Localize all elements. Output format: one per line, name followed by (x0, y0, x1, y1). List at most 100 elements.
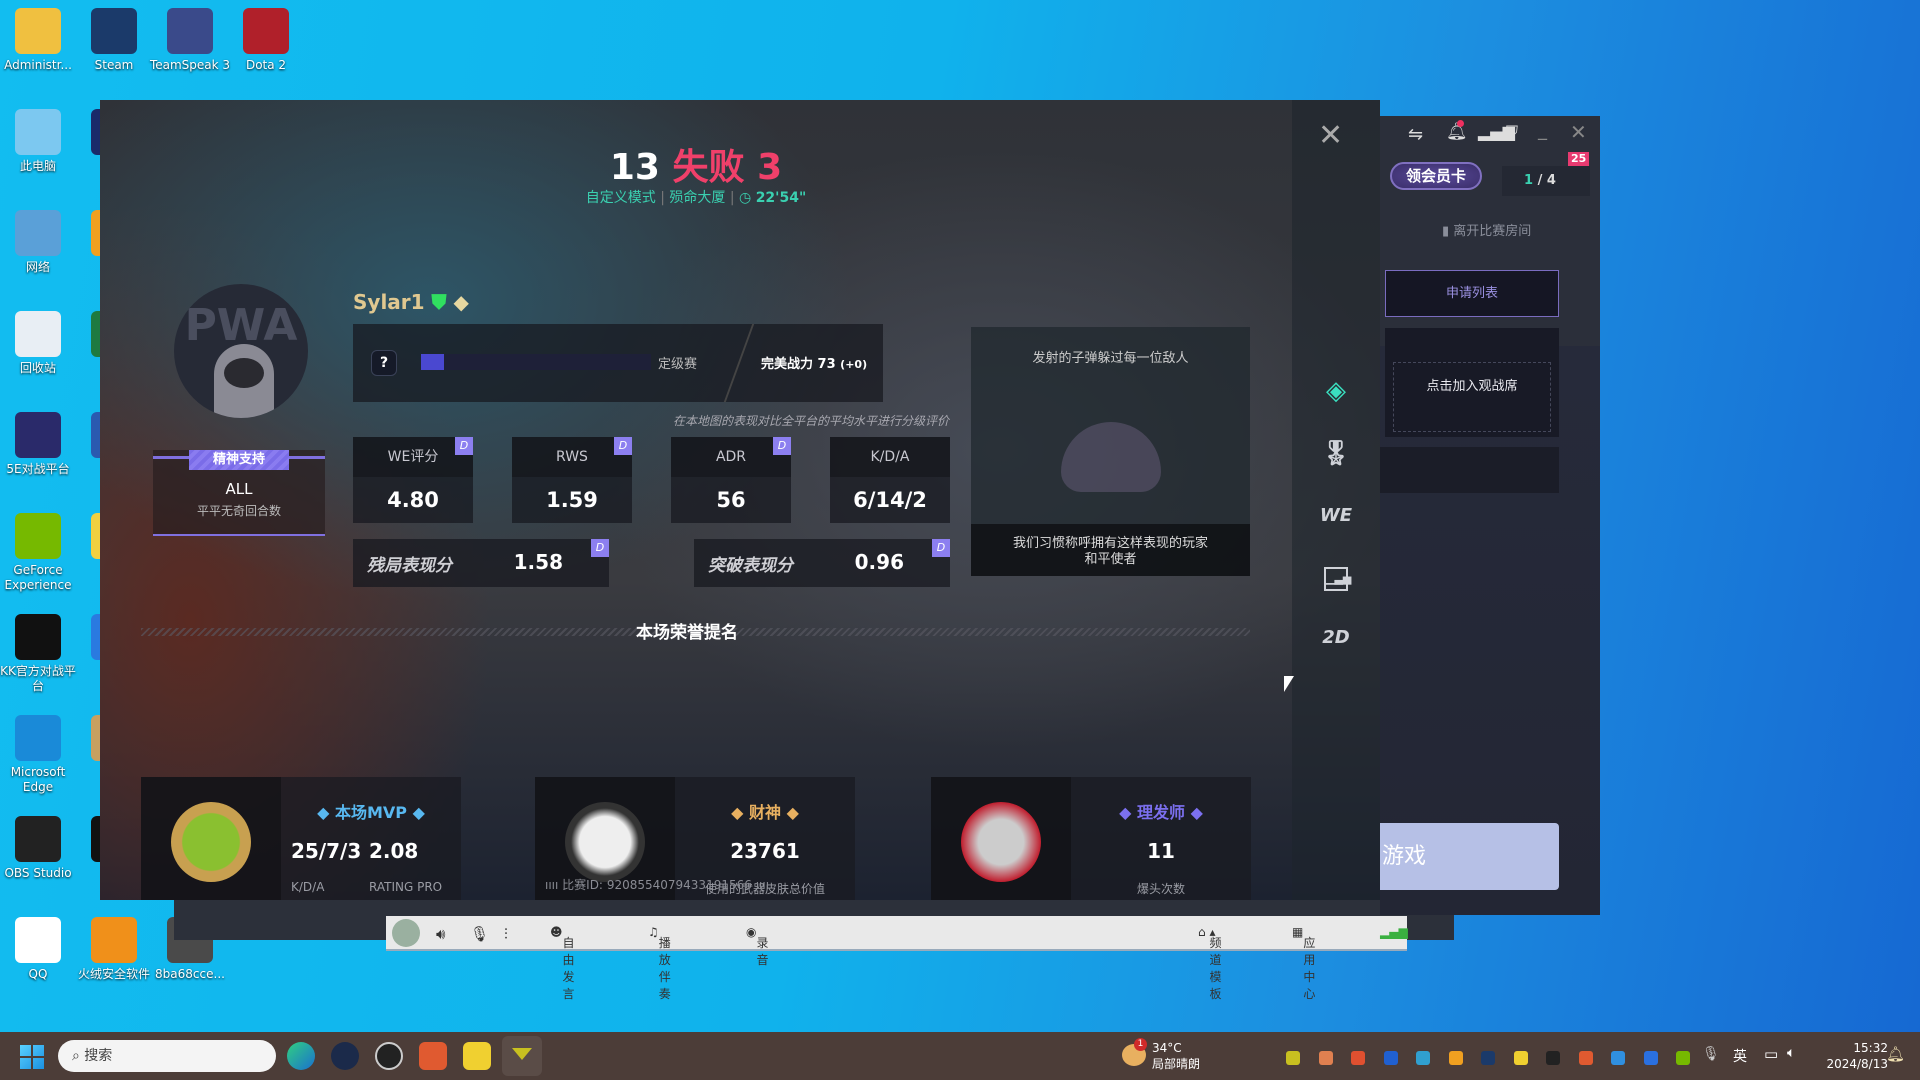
swap-icon[interactable]: ⇋ (1408, 124, 1423, 145)
desktop-icon[interactable]: Microsoft Edge (0, 715, 80, 795)
start-button[interactable] (20, 1045, 44, 1069)
tray-icon[interactable] (1643, 1051, 1658, 1065)
party-counter[interactable]: 25 1 / 4 (1502, 152, 1590, 196)
slot-band (1380, 447, 1559, 493)
tray-icon[interactable] (1513, 1051, 1528, 1065)
spectate-slot[interactable]: 点击加入观战席 (1385, 328, 1559, 437)
desktop-icon[interactable]: TeamSpeak 3 (148, 8, 232, 73)
desktop-icon-image (91, 917, 137, 963)
weather-widget[interactable]: 1 34°C 局部晴朗 (1122, 1038, 1201, 1072)
match-info: 自定义模式 | 殒命大厦 | ◷ 22'54" (585, 190, 807, 206)
desktop-icon[interactable]: OBS Studio (0, 816, 80, 881)
we-tab[interactable]: WE (1318, 498, 1354, 534)
tray-icon[interactable] (1611, 1051, 1625, 1065)
award-icon[interactable]: 🎖︎ (1318, 435, 1354, 471)
layers-icon[interactable]: ◈ (1318, 373, 1354, 409)
desktop-icon[interactable]: 此电脑 (0, 109, 80, 174)
tray-icon[interactable] (1481, 1051, 1495, 1065)
stat-label: K/D/A (830, 437, 950, 477)
edge-taskbar-icon[interactable] (287, 1042, 315, 1070)
desktop-icon[interactable]: 回收站 (0, 311, 80, 376)
channel-template-button[interactable]: ⌂ 频道模板 ▴ (1198, 925, 1221, 1001)
mouse-cursor (1284, 676, 1294, 692)
speaker-icon[interactable]: 🔊︎ (436, 925, 445, 943)
match-id[interactable]: ıııı 比赛ID: 9208554079433191566 ıııı (545, 876, 769, 893)
desktop-icon[interactable]: Administr... (0, 8, 80, 73)
desktop-icon-label: OBS Studio (4, 866, 72, 880)
tray-icon[interactable] (1676, 1051, 1690, 1065)
honor-player-name: 月夜枫vvf (535, 899, 675, 900)
honor-value-label: 爆头次数 (1136, 882, 1185, 896)
honor-card[interactable]: AA龙弟弟 ◆ 理发师 ◆ 11 爆头次数 (931, 777, 1251, 900)
shield-icon[interactable]: ⛨ (1506, 122, 1518, 142)
desktop-icon[interactable]: Dota 2 (224, 8, 308, 73)
tray-icon[interactable] (1318, 1051, 1333, 1065)
close-icon[interactable]: ✕ (1318, 118, 1343, 153)
stat-card: K/D/A 6/14/2 (830, 437, 950, 523)
desktop-icon-label: KK官方对战平台 (0, 664, 76, 693)
search-box[interactable]: ⌕ 搜索 (58, 1040, 276, 1072)
taskbar: ⌕ 搜索 1 34°C 局部晴朗 🎙︎ 英 ▭ 🔈︎ 15:32 2024/8/… (0, 1032, 1920, 1080)
desktop-icon-image (15, 8, 61, 54)
mic-tray-icon[interactable]: 🎙︎ (1702, 1046, 1720, 1062)
desktop-icon-image (15, 311, 61, 357)
desktop-icon-image (15, 109, 61, 155)
result-label: 失败 (672, 147, 745, 188)
honor-avatar (565, 802, 645, 882)
chart-icon[interactable]: ▁▃▅ (1318, 559, 1354, 595)
volume-icon[interactable]: 🔈︎ (1787, 1045, 1795, 1061)
start-game-button[interactable]: 游戏 (1380, 823, 1559, 890)
desktop-icon-image (15, 513, 61, 559)
minimize-button[interactable]: _ (1538, 120, 1547, 141)
ime-indicator[interactable]: 英 (1733, 1046, 1747, 1066)
free-talk-button[interactable]: ☻ 自由发言 (550, 925, 575, 1001)
desktop-icon-label: Administr... (4, 58, 72, 72)
2d-tab[interactable]: 2D (1318, 620, 1354, 656)
steam-taskbar-icon[interactable] (331, 1042, 359, 1070)
browser-taskbar-icon[interactable] (419, 1042, 447, 1070)
desktop-icon[interactable]: QQ (0, 917, 80, 982)
app-center-button[interactable]: ▦ 应用中心 (1292, 925, 1315, 1001)
tray-icon[interactable] (1448, 1051, 1463, 1065)
weather-temp: 34°C (1152, 1041, 1182, 1055)
desktop-icon-image (15, 614, 61, 660)
desktop-icon[interactable]: GeForce Experience (0, 513, 80, 593)
record-button[interactable]: ◉ 录音 (746, 925, 769, 967)
clock[interactable]: 15:32 2024/8/13 (1818, 1040, 1888, 1072)
honor-card[interactable]: 水蜜桃^^ ◆ 本场MVP ◆ 25/7/3 K/D/A 2.08 RATING PRO (141, 777, 461, 900)
notification-bell-icon[interactable]: 🔔︎ (1886, 1045, 1905, 1063)
music-button[interactable]: ♫ 播放伴奏 (648, 925, 671, 1001)
weather-desc: 局部晴朗 (1152, 1057, 1201, 1071)
party-total: / 4 (1537, 173, 1556, 188)
voice-avatar[interactable] (392, 919, 420, 947)
honor-avatar (961, 802, 1041, 882)
close-button[interactable]: ✕ (1570, 120, 1587, 144)
mixer-icon[interactable]: ⫶ (504, 925, 508, 943)
desktop-icon[interactable]: 网络 (0, 210, 80, 275)
network-icon[interactable]: ▭ (1764, 1045, 1778, 1063)
tray-icon[interactable] (1286, 1051, 1300, 1065)
game-taskbar-icon[interactable] (502, 1036, 542, 1076)
desktop-icon[interactable]: 火绒安全软件 (72, 917, 156, 982)
apply-list-button[interactable]: 申请列表 (1385, 270, 1559, 317)
tray-icon[interactable] (1416, 1051, 1430, 1065)
badge-panel: 精神支持 ALL 平平无奇回合数 (153, 450, 325, 536)
bell-icon[interactable]: 🔔︎ (1446, 120, 1468, 142)
desktop-icon[interactable]: Steam (72, 8, 156, 73)
score-right: 3 (757, 147, 783, 188)
diamond-icon: ◆ (453, 290, 469, 314)
mic-icon[interactable]: 🎙︎ (470, 925, 489, 943)
vip-card-button[interactable]: 领会员卡 (1390, 162, 1482, 190)
player-name[interactable]: Sylar1 ⛊ ◆ (353, 290, 469, 314)
tray-icon[interactable] (1351, 1051, 1365, 1065)
tray-icon[interactable] (1383, 1051, 1398, 1065)
rank-label: 定级赛 (658, 357, 698, 372)
leave-room-button[interactable]: ▮ 离开比赛房间 (1442, 220, 1531, 239)
desktop-icon[interactable]: 5E对战平台 (0, 412, 80, 477)
tray-icon[interactable] (1578, 1051, 1593, 1065)
obs-taskbar-icon[interactable] (375, 1042, 403, 1070)
tray-icon[interactable] (1546, 1051, 1560, 1065)
honor-rating: 2.08 (369, 839, 419, 863)
raccoon-taskbar-icon[interactable] (463, 1042, 491, 1070)
desktop-icon[interactable]: KK官方对战平台 (0, 614, 80, 694)
